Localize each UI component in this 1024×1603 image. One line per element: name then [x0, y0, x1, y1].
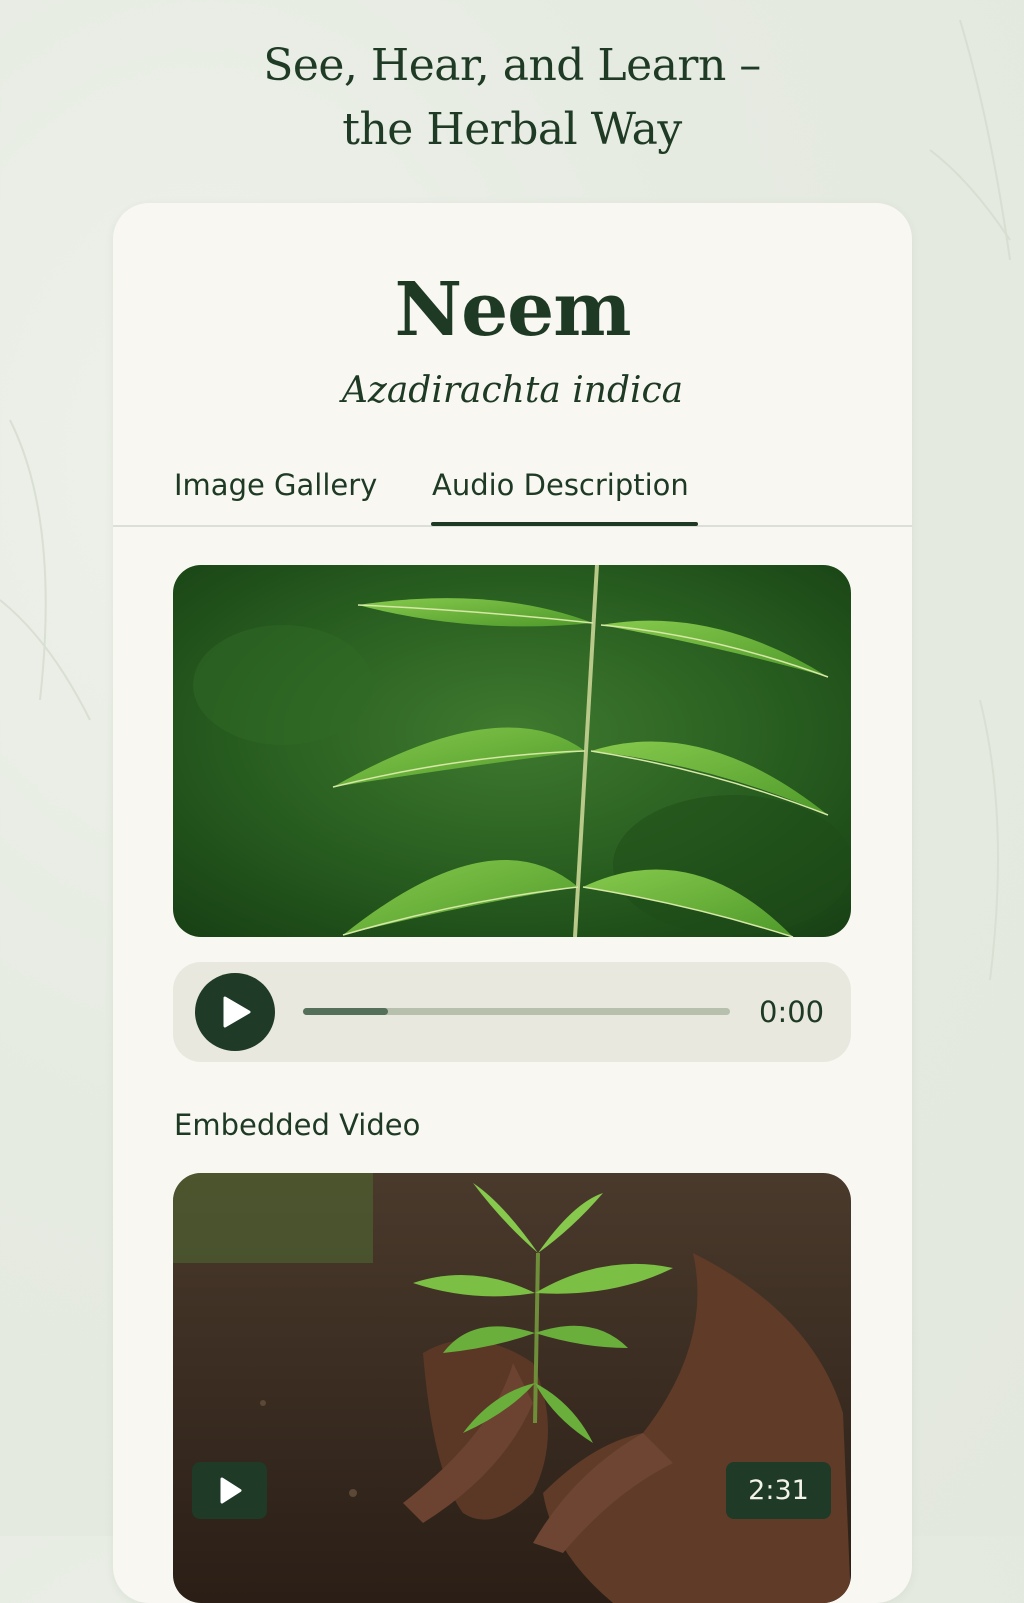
headline-line-1: See, Hear, and Learn – [263, 40, 761, 91]
tab-image-gallery[interactable]: Image Gallery [174, 463, 377, 507]
plant-scientific-name: Azadirachta indica [341, 370, 684, 411]
play-icon [223, 996, 251, 1028]
video-play-button[interactable] [192, 1462, 267, 1519]
tab-audio-description[interactable]: Audio Description [432, 463, 689, 507]
headline-line-2: the Herbal Way [342, 104, 682, 155]
active-tab-indicator [431, 522, 698, 526]
neem-leaf-photo [173, 565, 851, 937]
audio-play-button[interactable] [195, 973, 275, 1051]
play-icon [220, 1477, 242, 1504]
plant-name: Neem [394, 267, 631, 353]
embedded-video[interactable]: 2:31 [173, 1173, 851, 1603]
herb-card: Neem Azadirachta indica Image Gallery Au… [113, 203, 912, 1603]
page-headline: See, Hear, and Learn – the Herbal Way [0, 34, 1024, 162]
audio-player: 0:00 [173, 962, 851, 1062]
audio-progress-fill [303, 1008, 389, 1015]
video-section-label: Embedded Video [174, 1108, 421, 1142]
video-duration-badge: 2:31 [726, 1462, 831, 1519]
audio-progress-bar[interactable] [303, 1008, 730, 1015]
video-thumbnail [173, 1173, 851, 1603]
audio-time: 0:00 [759, 995, 825, 1029]
tab-bar: Image Gallery Audio Description [113, 453, 912, 527]
